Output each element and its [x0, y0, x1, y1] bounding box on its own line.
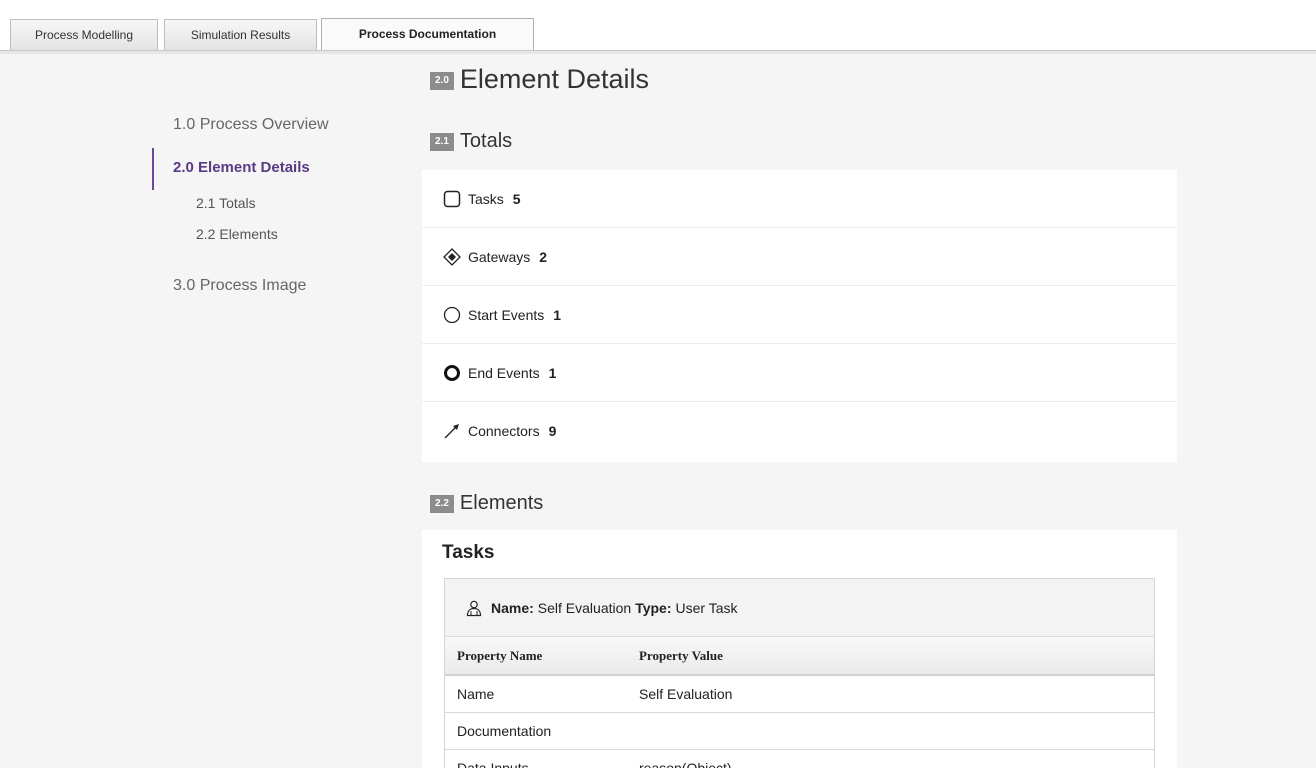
section-heading-elements: 2.2 Elements	[430, 492, 543, 515]
totals-count: 2	[539, 248, 548, 265]
section-heading-totals: 2.1 Totals	[430, 130, 512, 153]
totals-row-end-events: End Events 1	[422, 344, 1177, 402]
section-number-badge: 2.2	[430, 494, 454, 513]
task-panel: Name: Self Evaluation Type: User Task Pr…	[444, 578, 1155, 768]
task-type-label: Type:	[635, 599, 672, 616]
section-number-badge: 2.0	[430, 71, 454, 90]
column-header: Property Name	[445, 637, 627, 676]
section-title: Element Details	[459, 64, 649, 94]
totals-label: Start Events	[468, 306, 545, 323]
elements-group-heading: Tasks	[442, 542, 495, 563]
property-value-cell: Self Evaluation	[627, 675, 1154, 713]
totals-label: Tasks	[468, 190, 504, 207]
table-row: Data Inputs reason(Object)	[445, 749, 1154, 768]
tab-simulation-results[interactable]: Simulation Results	[164, 19, 317, 51]
table-row: Documentation	[445, 712, 1154, 750]
totals-count: 9	[548, 423, 557, 439]
task-name-value: Self Evaluation	[537, 599, 632, 616]
task-type-value: User Task	[675, 599, 738, 616]
totals-row-gateways: Gateways 2	[422, 228, 1177, 286]
nav-elements[interactable]: 2.2 Elements	[196, 226, 278, 242]
start-event-icon	[442, 305, 462, 325]
nav-process-overview[interactable]: 1.0 Process Overview	[173, 116, 329, 134]
elements-card: Tasks Name: Self Evaluation Type: User T…	[422, 530, 1177, 768]
totals-label: Connectors	[468, 423, 540, 439]
task-name-label: Name:	[491, 599, 534, 616]
totals-row-connectors: Connectors 9	[422, 402, 1177, 460]
property-value-cell: reason(Object)	[627, 749, 1154, 768]
user-task-icon	[465, 599, 483, 617]
tab-process-modelling[interactable]: Process Modelling	[10, 19, 158, 51]
table-header-row: Property Name Property Value	[445, 637, 1154, 676]
section-title: Totals	[459, 130, 513, 152]
nav-totals[interactable]: 2.1 Totals	[196, 195, 256, 211]
section-heading-element-details: 2.0 Element Details	[430, 64, 649, 95]
active-nav-marker	[152, 148, 154, 190]
table-row: Name Self Evaluation	[445, 675, 1154, 713]
totals-count: 1	[553, 306, 562, 323]
property-name-cell: Documentation	[445, 712, 627, 750]
connector-icon	[442, 421, 462, 441]
gateway-icon	[442, 247, 462, 267]
totals-row-start-events: Start Events 1	[422, 286, 1177, 344]
tab-process-documentation[interactable]: Process Documentation	[321, 18, 534, 53]
totals-card: Tasks 5 Gateways 2 Start Events 1 End Ev…	[422, 170, 1177, 462]
totals-count: 5	[512, 190, 521, 207]
property-name-cell: Data Inputs	[445, 749, 627, 768]
totals-label: Gateways	[468, 248, 531, 265]
totals-label: End Events	[468, 364, 540, 381]
tab-bar: Process Modelling Simulation Results Pro…	[0, 0, 1316, 54]
property-table: Property Name Property Value Name Self E…	[445, 637, 1154, 768]
tab-bar-divider	[0, 50, 1316, 54]
task-panel-header: Name: Self Evaluation Type: User Task	[445, 579, 1154, 637]
property-name-cell: Name	[445, 675, 627, 713]
totals-row-tasks: Tasks 5	[422, 170, 1177, 228]
section-number-badge: 2.1	[430, 132, 454, 151]
property-value-cell	[627, 712, 1154, 750]
column-header: Property Value	[627, 637, 1154, 676]
nav-process-image[interactable]: 3.0 Process Image	[173, 277, 306, 295]
section-title: Elements	[459, 492, 544, 514]
nav-element-details[interactable]: 2.0 Element Details	[173, 159, 310, 176]
totals-count: 1	[548, 364, 557, 381]
task-icon	[442, 189, 462, 209]
end-event-icon	[442, 363, 462, 383]
